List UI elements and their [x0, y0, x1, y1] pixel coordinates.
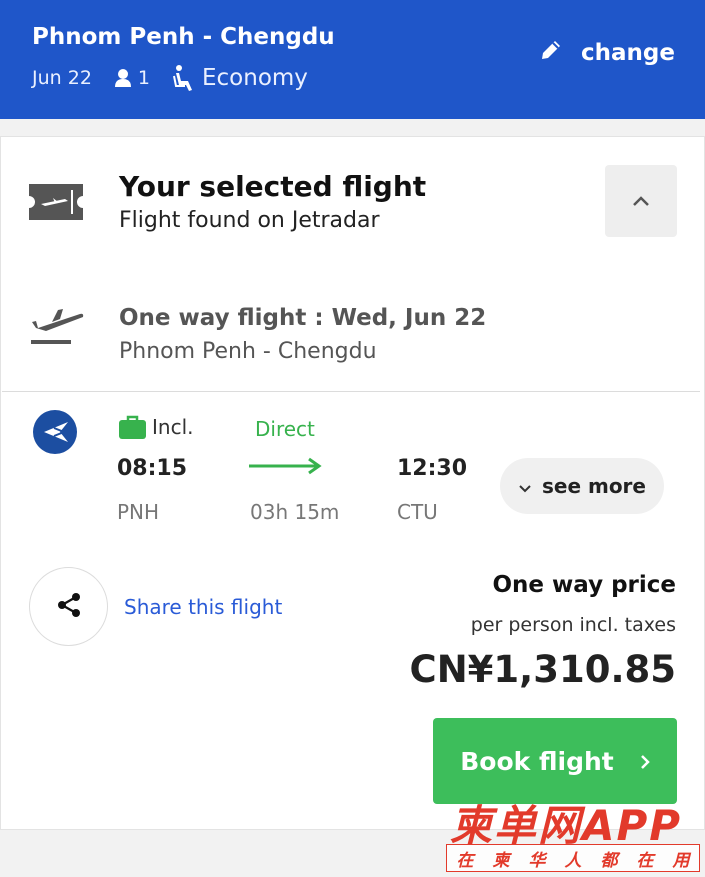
watermark-char: 在 — [456, 850, 474, 871]
watermark-char: 用 — [672, 850, 690, 871]
watermark-char: 华 — [528, 850, 546, 871]
book-flight-label: Book flight — [460, 746, 614, 776]
selected-flight-source: Flight found on Jetradar — [119, 208, 380, 233]
trip-route: Phnom Penh - Chengdu — [119, 339, 377, 364]
route-title: Phnom Penh - Chengdu — [32, 24, 335, 50]
watermark-char: 柬 — [492, 850, 510, 871]
change-label: change — [581, 40, 675, 66]
selected-flight-title: Your selected flight — [119, 170, 427, 203]
airline-logo — [33, 410, 77, 454]
price-amount: CN¥1,310.85 — [409, 648, 676, 691]
price-label: One way price — [492, 572, 676, 598]
suitcase-icon — [119, 415, 146, 443]
departure-airport: PNH — [117, 500, 160, 524]
pencil-icon — [539, 38, 581, 68]
person-icon — [114, 68, 132, 88]
share-button[interactable] — [29, 567, 108, 646]
trip-title: One way flight : Wed, Jun 22 — [119, 305, 487, 331]
price-note: per person incl. taxes — [470, 614, 676, 636]
see-more-label: see more — [541, 474, 646, 498]
chevron-down-icon — [518, 474, 542, 498]
baggage-info: Incl. — [152, 415, 194, 439]
seat-icon — [172, 64, 196, 92]
chevron-right-icon — [614, 747, 650, 776]
stops-label: Direct — [255, 417, 315, 441]
arrival-airport: CTU — [397, 500, 438, 524]
share-flight-link[interactable]: Share this flight — [124, 595, 282, 619]
travel-date: Jun 22 — [32, 67, 92, 89]
share-icon — [55, 591, 83, 623]
cabin-class: Economy — [202, 65, 308, 91]
search-details: Jun 22 1 Economy — [32, 64, 308, 92]
collapse-button[interactable] — [605, 165, 677, 237]
see-more-button[interactable]: see more — [500, 458, 664, 514]
watermark-char: 人 — [564, 850, 582, 871]
watermark-tagline: 在 柬 华 人 都 在 用 — [446, 844, 700, 872]
takeoff-icon — [30, 306, 84, 350]
search-summary-header: Phnom Penh - Chengdu Jun 22 1 Economy ch… — [0, 0, 705, 119]
ticket-icon — [29, 184, 83, 224]
chevron-up-icon — [632, 192, 650, 211]
watermark-char: 在 — [636, 850, 654, 871]
flight-duration: 03h 15m — [250, 500, 340, 524]
divider — [2, 391, 700, 392]
arrow-right-icon — [249, 456, 323, 480]
watermark-char: 都 — [600, 850, 618, 871]
change-search-button[interactable]: change — [539, 38, 675, 68]
departure-time: 08:15 — [117, 456, 188, 481]
arrival-time: 12:30 — [397, 456, 468, 481]
passenger-count: 1 — [137, 67, 150, 89]
